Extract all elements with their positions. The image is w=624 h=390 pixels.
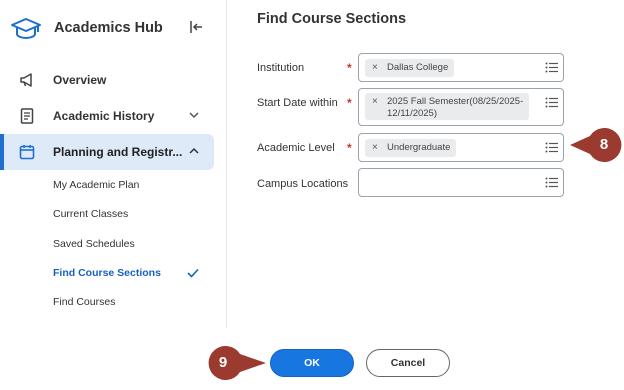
chevron-up-icon bbox=[189, 147, 199, 154]
sidebar-item-academic-history[interactable]: Academic History bbox=[0, 98, 214, 134]
ok-button[interactable]: OK bbox=[270, 349, 354, 377]
sidebar-item-label: Academic History bbox=[53, 109, 155, 123]
institution-value-pill: × Dallas College bbox=[365, 59, 455, 77]
document-icon bbox=[20, 108, 34, 124]
cancel-button[interactable]: Cancel bbox=[366, 349, 450, 377]
sidebar-item-planning-registration[interactable]: Planning and Registr... bbox=[0, 134, 214, 170]
collapse-sidebar-icon[interactable] bbox=[188, 19, 204, 35]
sidebar-divider bbox=[226, 0, 227, 328]
list-icon[interactable] bbox=[545, 142, 558, 153]
academic-level-value-pill: × Undergraduate bbox=[365, 139, 457, 157]
sidebar-subitem-current-classes[interactable]: Current Classes bbox=[53, 208, 128, 220]
campus-locations-label: Campus Locations bbox=[257, 178, 349, 190]
page-title: Find Course Sections bbox=[257, 11, 407, 27]
sidebar-subitem-find-course-sections[interactable]: Find Course Sections bbox=[53, 267, 161, 279]
checkmark-icon bbox=[187, 268, 199, 278]
start-date-value-line1: 2025 Fall Semester(08/25/2025- bbox=[387, 96, 524, 107]
remove-icon[interactable]: × bbox=[372, 96, 378, 108]
sidebar-item-overview[interactable]: Overview bbox=[0, 62, 214, 98]
app-title: Academics Hub bbox=[54, 20, 163, 36]
sidebar-item-label: Overview bbox=[53, 73, 107, 87]
sidebar-header: Academics Hub bbox=[10, 14, 216, 44]
start-date-field[interactable]: × 2025 Fall Semester(08/25/2025- 12/11/2… bbox=[358, 88, 564, 126]
institution-value: Dallas College bbox=[387, 62, 449, 73]
academic-level-field[interactable]: × Undergraduate bbox=[358, 133, 564, 162]
remove-icon[interactable]: × bbox=[372, 62, 378, 73]
start-date-value-pill: × 2025 Fall Semester(08/25/2025- 12/11/2… bbox=[365, 93, 530, 120]
sidebar-subitem-find-courses[interactable]: Find Courses bbox=[53, 296, 115, 308]
callout-number: 9 bbox=[218, 354, 228, 371]
calendar-icon bbox=[19, 145, 35, 160]
callout-step-9: 9 bbox=[204, 346, 266, 380]
graduation-cap-icon bbox=[11, 18, 41, 40]
start-date-label: Start Date within bbox=[257, 97, 338, 109]
callout-number: 8 bbox=[599, 136, 609, 153]
sidebar-item-label: Planning and Registr... bbox=[53, 145, 183, 159]
chevron-down-icon bbox=[189, 112, 199, 119]
sidebar: Academics Hub Overview Academic History bbox=[0, 0, 226, 328]
academic-level-value: Undergraduate bbox=[387, 142, 451, 153]
remove-icon[interactable]: × bbox=[372, 142, 378, 153]
megaphone-icon bbox=[20, 73, 32, 87]
institution-field[interactable]: × Dallas College bbox=[358, 53, 564, 82]
start-date-value-line2: 12/11/2025) bbox=[387, 108, 438, 119]
academic-level-label: Academic Level bbox=[257, 142, 335, 154]
list-icon[interactable] bbox=[545, 177, 558, 188]
sidebar-subitem-saved-schedules[interactable]: Saved Schedules bbox=[53, 238, 135, 250]
list-icon[interactable] bbox=[545, 62, 558, 73]
required-marker: * bbox=[347, 96, 352, 110]
required-marker: * bbox=[347, 61, 352, 75]
list-icon[interactable] bbox=[545, 97, 558, 108]
callout-step-8: 8 bbox=[570, 128, 624, 162]
sidebar-subitem-my-academic-plan[interactable]: My Academic Plan bbox=[53, 179, 139, 191]
institution-label: Institution bbox=[257, 62, 305, 74]
required-marker: * bbox=[347, 141, 352, 155]
campus-locations-field[interactable] bbox=[358, 168, 564, 197]
